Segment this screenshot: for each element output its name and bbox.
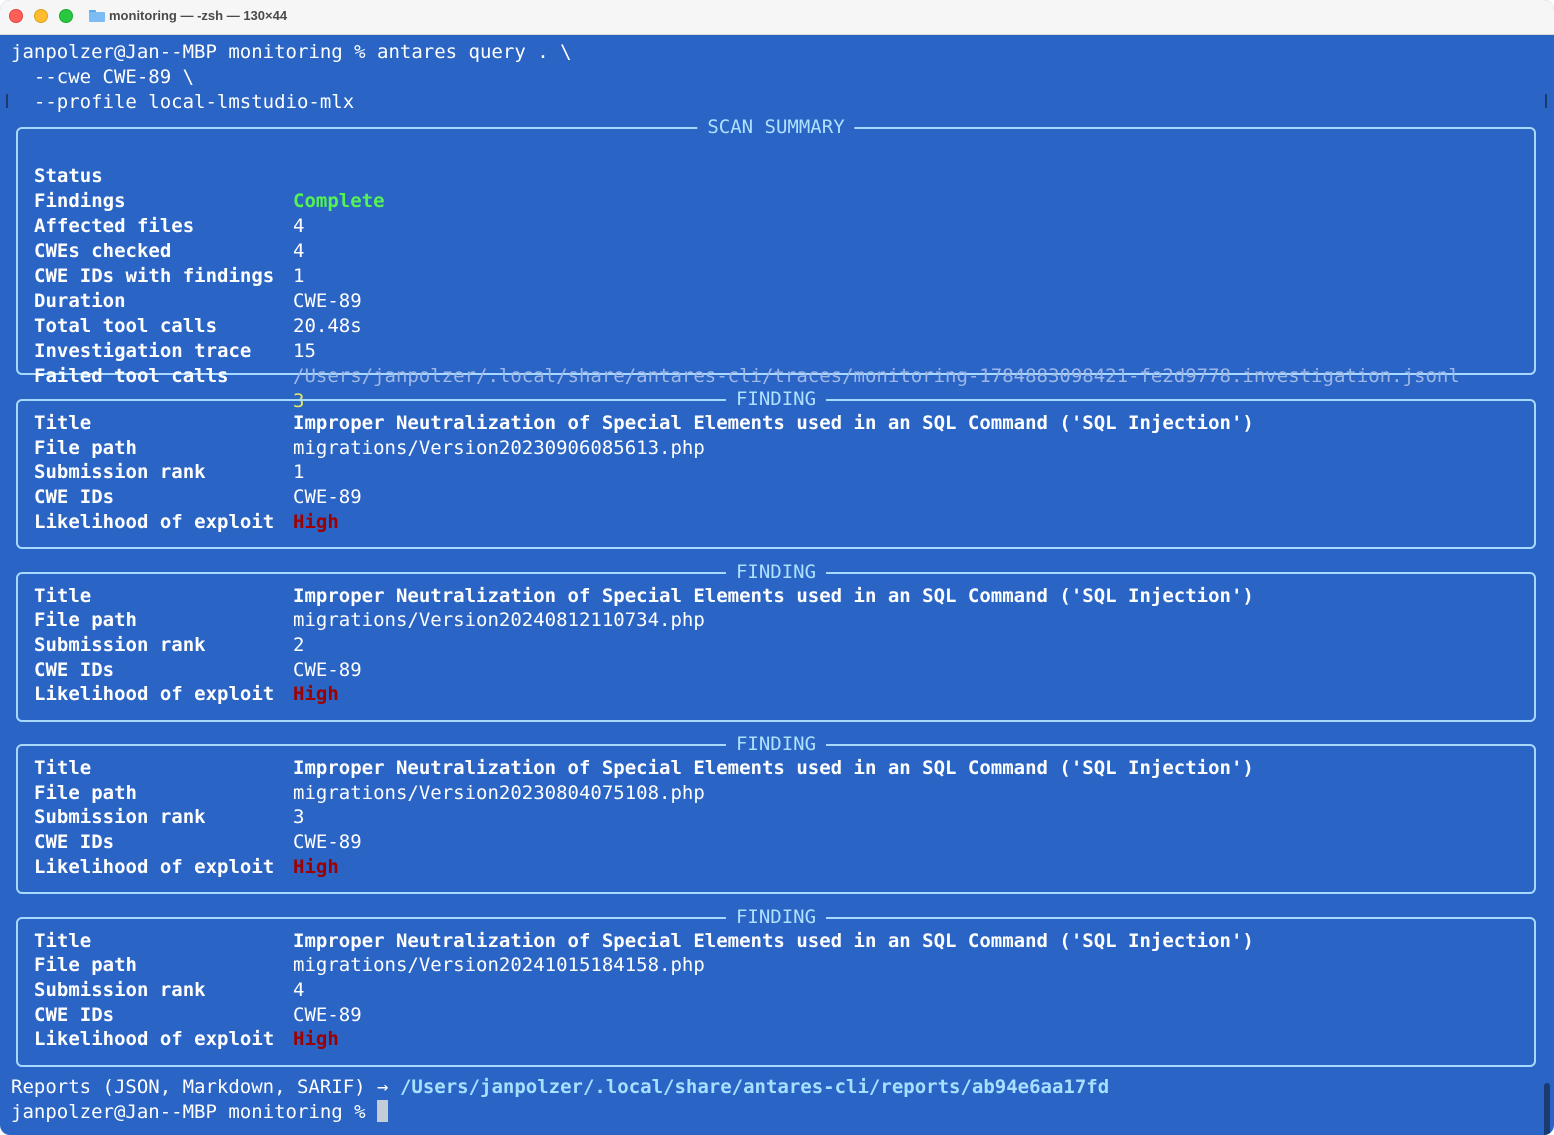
submission-rank-value: 2 — [293, 633, 305, 656]
reports-path-link[interactable]: /Users/janpolzer/.local/share/antares-cl… — [400, 1076, 1109, 1098]
submission-rank-label: Submission rank — [34, 806, 206, 829]
title-value: Improper Neutralization of Special Eleme… — [293, 757, 1254, 779]
summary-row-affected: Affected files 4 — [34, 189, 304, 262]
likelihood-label: Likelihood of exploit — [34, 1028, 275, 1051]
submission-rank-label: Submission rank — [34, 978, 206, 1001]
title-value: Improper Neutralization of Special Eleme… — [293, 929, 1254, 952]
summary-row-total-calls: Total tool calls 15 — [34, 289, 316, 362]
text-cursor — [377, 1100, 389, 1122]
terminal-window: monitoring — -zsh — 130×44 janpolzer@Jan… — [0, 0, 1554, 1135]
title-value: Improper Neutralization of Special Eleme… — [293, 412, 1254, 434]
cwe-ids-value: CWE-89 — [293, 1003, 362, 1026]
prompt-line[interactable]: janpolzer@Jan--MBP monitoring % — [11, 1100, 389, 1125]
vertical-scrollbar[interactable] — [1544, 1083, 1550, 1135]
finding-panel: FINDING Title Improper Neutralization of S… — [16, 904, 1536, 1067]
file-path-label: File path — [34, 781, 137, 804]
close-button[interactable] — [9, 9, 23, 23]
left-edge-marker — [6, 94, 8, 108]
summary-row-status: Status Complete — [34, 139, 385, 212]
submission-rank-value: 4 — [293, 978, 305, 1001]
file-path-label: File path — [34, 954, 137, 977]
findings-value: 4 — [293, 215, 305, 237]
title-value: Improper Neutralization of Special Eleme… — [293, 584, 1254, 607]
file-path-value[interactable]: migrations/Version20241015184158.php — [293, 953, 705, 978]
title-label: Title — [34, 584, 92, 607]
file-path-value[interactable]: migrations/Version20230906085613.php — [293, 436, 705, 461]
status-value: Complete — [293, 190, 385, 212]
likelihood-label: Likelihood of exploit — [34, 510, 275, 533]
submission-rank-value: 3 — [293, 806, 305, 829]
reports-label: Reports (JSON, Markdown, SARIF) → — [11, 1076, 400, 1098]
summary-row-cwes-checked: CWEs checked 1 — [34, 214, 304, 287]
scan-summary-panel: SCAN SUMMARY Status Complete Findings 4 … — [16, 115, 1536, 412]
investigation-trace-path[interactable]: /Users/janpolzer/.local/share/antares-cl… — [293, 364, 1460, 389]
summary-row-trace: Investigation trace /Users/janpolzer/.lo… — [34, 314, 1460, 387]
finding-heading: FINDING — [725, 904, 827, 930]
summary-row-duration: Duration 20.48s — [34, 264, 362, 337]
likelihood-label: Likelihood of exploit — [34, 855, 275, 878]
cwe-ids-value: CWE-89 — [293, 486, 362, 509]
cwe-ids-value: CWE-89 — [293, 290, 362, 312]
cwe-ids-label: CWE IDs — [34, 658, 115, 681]
finding-heading: FINDING — [725, 732, 827, 757]
likelihood-label: Likelihood of exploit — [34, 683, 275, 706]
shell-prompt: janpolzer@Jan--MBP monitoring % — [11, 1101, 378, 1123]
cwe-ids-label: CWE IDs — [34, 831, 115, 854]
summary-row-cwe-ids: CWE IDs with findings CWE-89 — [34, 239, 362, 312]
minimize-button[interactable] — [34, 9, 48, 23]
command-line-3: --profile local-lmstudio-mlx — [11, 91, 355, 113]
title-label: Title — [34, 929, 92, 952]
summary-row-findings: Findings 4 — [34, 164, 304, 237]
terminal-content[interactable]: janpolzer@Jan--MBP monitoring % antares … — [0, 35, 1554, 1135]
cwe-ids-label: CWE IDs — [34, 1003, 115, 1026]
summary-row-failed-calls: Failed tool calls 3 — [34, 339, 304, 412]
finding-panel: FINDING Title Improper Neutralization of S… — [16, 732, 1536, 894]
likelihood-value: High — [293, 683, 339, 706]
zoom-button[interactable] — [59, 9, 73, 23]
total-tool-calls-value: 15 — [293, 340, 316, 362]
submission-rank-value: 1 — [293, 461, 305, 484]
likelihood-value: High — [293, 1028, 339, 1051]
failed-tool-calls-label: Failed tool calls — [34, 365, 229, 387]
cwe-ids-value: CWE-89 — [293, 831, 362, 854]
window-title: monitoring — -zsh — 130×44 — [109, 8, 288, 23]
finding-panel: FINDING Title Improper Neutralization of S… — [16, 387, 1536, 549]
command-line-2: --cwe CWE-89 \ — [11, 66, 195, 88]
file-path-label: File path — [34, 436, 137, 459]
finding-heading: FINDING — [725, 387, 827, 412]
scan-summary-heading: SCAN SUMMARY — [697, 115, 855, 140]
cwe-ids-label: CWE IDs — [34, 486, 115, 509]
submission-rank-label: Submission rank — [34, 633, 206, 656]
title-label: Title — [34, 412, 92, 434]
likelihood-value: High — [293, 510, 339, 533]
title-bar: monitoring — -zsh — 130×44 — [0, 0, 1554, 35]
command-line-1: janpolzer@Jan--MBP monitoring % antares … — [11, 41, 572, 63]
likelihood-value: High — [293, 855, 339, 878]
cwes-checked-value: 1 — [293, 265, 305, 287]
submission-rank-label: Submission rank — [34, 461, 206, 484]
finding-panel: FINDING Title Improper Neutralization of S… — [16, 559, 1536, 722]
duration-value: 20.48s — [293, 315, 362, 337]
right-edge-marker — [1545, 94, 1547, 108]
finding-heading: FINDING — [725, 559, 827, 585]
folder-icon — [89, 10, 105, 22]
affected-files-value: 4 — [293, 240, 305, 262]
title-label: Title — [34, 757, 92, 779]
file-path-value[interactable]: migrations/Version20240812110734.php — [293, 608, 705, 633]
file-path-value[interactable]: migrations/Version20230804075108.php — [293, 781, 705, 806]
reports-line: Reports (JSON, Markdown, SARIF) → /Users… — [11, 1075, 1109, 1100]
file-path-label: File path — [34, 609, 137, 632]
cwe-ids-value: CWE-89 — [293, 658, 362, 681]
